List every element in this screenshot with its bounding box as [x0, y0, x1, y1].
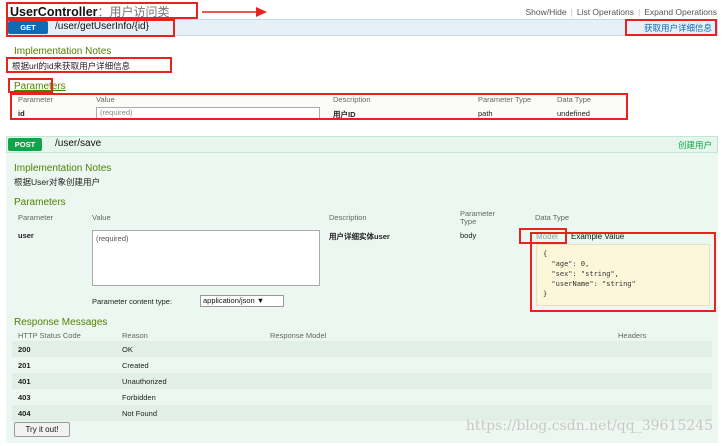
response-header-reason: Reason [122, 331, 148, 340]
response-header-headers: Headers [618, 331, 647, 340]
response-reason: Unauthorized [122, 377, 167, 386]
post-operation-path[interactable]: /user/save [55, 138, 101, 149]
annotation-box-example [530, 232, 716, 312]
annotation-box-title [6, 2, 198, 19]
post-implementation-notes-text: 根据User对象创建用户 [14, 177, 100, 187]
content-type-label: Parameter content type: [92, 297, 173, 306]
try-it-out-button[interactable]: Try it out! [14, 422, 70, 437]
post-param-header-value: Value [92, 213, 111, 222]
annotation-box-param-row [10, 93, 628, 120]
response-code: 201 [18, 361, 31, 370]
table-row [12, 389, 712, 405]
param-description-user: 用户详细实体user [329, 232, 390, 241]
user-body-textarea[interactable]: (required) [92, 230, 320, 286]
annotation-box-parameters [8, 78, 53, 93]
watermark-text: https://blog.csdn.net/qq_39615245 [465, 418, 713, 434]
annotation-box-summary [625, 19, 717, 36]
show-hide-link[interactable]: Show/Hide [526, 7, 567, 17]
response-header-status-code: HTTP Status Code [18, 331, 81, 340]
post-param-header-parameter-type-2: Type [460, 217, 477, 226]
response-reason: OK [122, 345, 133, 354]
post-parameters-title: Parameters [14, 197, 66, 208]
post-implementation-notes-title: Implementation Notes [14, 163, 112, 174]
response-reason: Created [122, 361, 149, 370]
get-implementation-notes-title: Implementation Notes [14, 46, 112, 57]
annotation-box-notes [6, 57, 172, 73]
response-reason: Forbidden [122, 393, 156, 402]
expand-operations-link[interactable]: Expand Operations [644, 7, 717, 17]
response-code: 401 [18, 377, 31, 386]
table-row [12, 373, 712, 389]
annotation-box-get-path [6, 19, 175, 37]
response-code: 200 [18, 345, 31, 354]
param-name-user: user [18, 231, 34, 240]
post-operation-heading[interactable] [6, 136, 718, 153]
response-messages-title: Response Messages [14, 317, 108, 328]
post-param-header-description: Description [329, 213, 367, 222]
response-header-model: Response Model [270, 331, 327, 340]
response-code: 404 [18, 409, 31, 418]
resource-actions: Show/Hide | List Operations | Expand Operati… [525, 7, 718, 17]
post-param-header-parameter: Parameter [18, 213, 54, 222]
post-operation-summary[interactable]: 创建用户 [678, 139, 712, 151]
table-row [12, 357, 712, 373]
response-reason: Not Found [122, 409, 158, 418]
response-code: 403 [18, 393, 31, 402]
list-operations-link[interactable]: List Operations [577, 7, 634, 17]
table-row [12, 341, 712, 357]
post-param-header-data-type: Data Type [535, 213, 570, 222]
content-type-select[interactable]: application/json ▼ [200, 295, 284, 307]
param-type-user: body [460, 231, 477, 240]
arrow-icon [202, 7, 267, 17]
post-method-badge[interactable]: POST [8, 138, 42, 151]
